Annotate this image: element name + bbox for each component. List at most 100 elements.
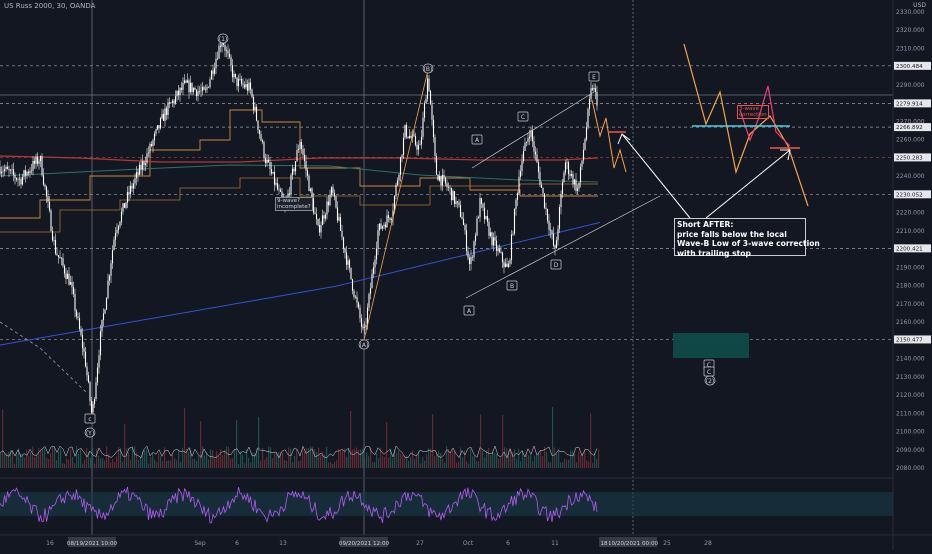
volume-bar	[436, 452, 438, 468]
candle	[378, 223, 381, 236]
candle-body	[225, 50, 228, 52]
candle	[32, 156, 34, 176]
trade-note[interactable]: Short AFTER: price falls below the local…	[674, 218, 820, 258]
candle-body	[545, 207, 547, 209]
candle	[483, 202, 486, 224]
candle	[231, 58, 234, 83]
volume-bar	[580, 455, 582, 468]
candle-body	[14, 174, 16, 179]
candle	[294, 160, 297, 176]
candle-body	[228, 53, 231, 57]
candle-body	[300, 142, 303, 149]
candle	[300, 138, 303, 154]
candle-body	[488, 221, 490, 236]
volume-bar	[298, 461, 300, 468]
candle	[387, 211, 390, 223]
candle-body	[186, 80, 189, 83]
candle	[419, 140, 421, 146]
candle-body	[206, 86, 208, 90]
candle-body	[183, 80, 186, 84]
volume-bar	[290, 448, 292, 468]
candle-body	[407, 136, 409, 139]
volume-bar	[112, 459, 114, 468]
candle	[20, 176, 22, 189]
volume-bar	[516, 459, 518, 468]
candle	[51, 226, 54, 242]
volume-bar	[268, 446, 270, 468]
candle-body	[456, 201, 459, 203]
candle-body	[140, 164, 142, 170]
volume-bar	[316, 452, 318, 468]
candle	[50, 208, 52, 232]
candle	[179, 87, 181, 102]
candle	[462, 212, 465, 226]
candle	[564, 160, 567, 176]
candle-body	[245, 84, 247, 88]
volume-bar	[86, 448, 88, 468]
candle	[465, 223, 468, 256]
volume-bar	[460, 447, 462, 468]
volume-bar	[430, 448, 432, 468]
candle-body	[438, 176, 441, 181]
candle-body	[468, 257, 471, 264]
candle	[531, 125, 534, 148]
candle	[417, 140, 420, 156]
candle	[245, 78, 247, 90]
nine-wave-tag[interactable]: 9-wave? incomplete?	[275, 197, 313, 211]
candle	[512, 230, 514, 237]
candle-body	[360, 318, 363, 327]
volume-bar	[58, 451, 60, 468]
candle-body	[558, 207, 561, 229]
volume-bar	[530, 455, 532, 468]
candle-body	[194, 88, 196, 90]
candle-body	[497, 248, 499, 251]
candle-body	[572, 173, 574, 185]
candle-body	[362, 326, 364, 328]
candle-body	[39, 156, 42, 162]
candle-body	[486, 215, 489, 222]
candle	[203, 85, 205, 91]
level-label: 2200.421	[896, 246, 923, 252]
candle-body	[293, 168, 295, 172]
volume-bar	[510, 449, 512, 468]
chart-canvas[interactable]: (1)(2)(Y)(A)(B)AABCDEcCC 80.0060.0040.00…	[0, 0, 932, 550]
candle	[198, 86, 201, 95]
chart-stage[interactable]: (1)(2)(Y)(A)(B)AABCDEcCC 80.0060.0040.00…	[0, 0, 932, 550]
candle	[407, 136, 409, 140]
three-wave-tag[interactable]: 3-wave correction	[737, 105, 769, 119]
volume-bar	[364, 458, 366, 468]
volume-bar	[252, 452, 254, 468]
volume-bar	[468, 463, 470, 468]
candle-body	[171, 100, 174, 103]
volume-bar	[222, 455, 224, 468]
candle-body	[261, 140, 264, 143]
candle	[239, 73, 241, 81]
candle-body	[11, 169, 13, 170]
candle	[236, 77, 238, 91]
candle-body	[231, 65, 234, 78]
candle-body	[387, 215, 390, 218]
volume-bar	[242, 454, 244, 468]
candle-body	[54, 239, 57, 254]
candle-body	[498, 248, 501, 252]
candle	[68, 267, 70, 286]
volume-bar	[282, 452, 284, 468]
symbol-title[interactable]: US Russ 2000, 30, OANDA	[4, 2, 95, 10]
target-zone	[673, 333, 749, 358]
candle-body	[93, 399, 96, 405]
candle	[104, 308, 106, 315]
candle-body	[557, 228, 559, 241]
candle-body	[270, 169, 273, 174]
time-tick-label: 28	[704, 540, 712, 547]
candle	[230, 54, 232, 72]
candle-body	[513, 208, 516, 234]
candle	[81, 328, 84, 356]
candle-body	[422, 117, 424, 137]
candle-body	[249, 82, 252, 90]
candle	[432, 114, 435, 143]
volume-bar	[382, 456, 384, 468]
trade-note-line: Short AFTER:	[677, 220, 734, 229]
volume-bar	[528, 455, 530, 468]
candle-body	[240, 79, 243, 84]
candle-body	[431, 104, 433, 120]
